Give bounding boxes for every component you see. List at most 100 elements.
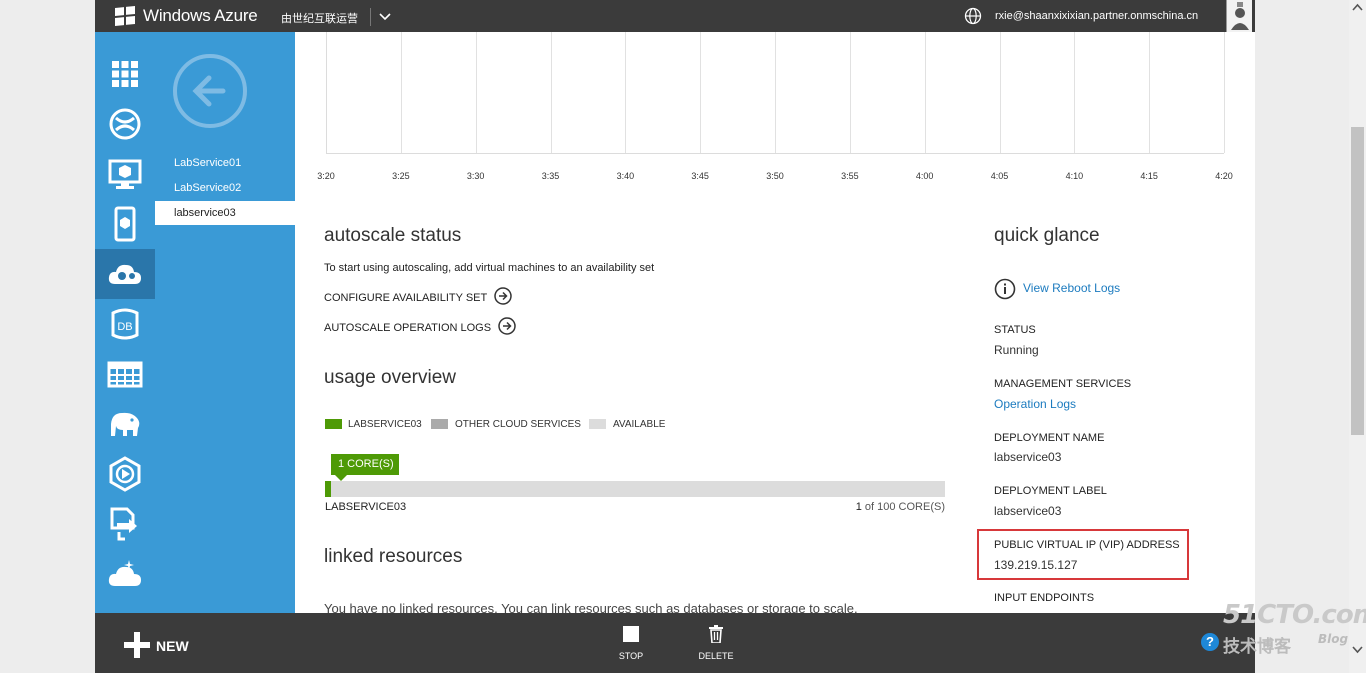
chart-x-tick: 3:35 [541, 171, 560, 181]
mobile-services-icon[interactable] [95, 199, 155, 249]
autoscale-title: autoscale status [324, 225, 462, 246]
chart-gridline [1074, 32, 1076, 153]
scroll-down-icon[interactable] [1352, 646, 1363, 654]
chart-x-tick: 3:45 [691, 171, 709, 181]
media-services-icon[interactable] [95, 449, 155, 499]
chart-gridline [550, 32, 552, 153]
input-endpoints-label: INPUT ENDPOINTS [994, 592, 1095, 604]
chart-x-tick: 3:20 [317, 171, 335, 181]
stop-label: STOP [618, 651, 644, 661]
status-label: STATUS [994, 324, 1036, 336]
chart-gridline [1149, 32, 1151, 153]
db-label: DB [117, 321, 132, 333]
core-usage-fill [325, 481, 332, 497]
legend-swatch-available [589, 419, 606, 429]
usage-service-label: LABSERVICE03 [325, 501, 407, 513]
left-nav: DB [95, 32, 155, 613]
help-button[interactable]: ? [1201, 633, 1219, 651]
user-avatar-icon [1231, 2, 1249, 30]
chart-gridline [775, 32, 776, 153]
service-item-labservice02[interactable]: LabService02 [155, 176, 295, 200]
chevron-down-icon[interactable] [377, 8, 393, 24]
core-usage-bar [325, 481, 945, 497]
deployment-label-value: labservice03 [994, 504, 1062, 518]
chart-gridline [700, 32, 702, 153]
back-button[interactable] [173, 54, 247, 128]
all-items-icon[interactable] [95, 49, 155, 99]
configure-availability-set-link[interactable]: CONFIGURE AVAILABILITY SET [324, 292, 487, 304]
chart-x-tick: 4:15 [1140, 171, 1158, 181]
main-content: 3:20 3:25 3:30 3:35 3:40 3:45 3:50 3:55 4:00 4:05… [295, 32, 1255, 616]
autoscale-description: To start using autoscaling, add virtual … [324, 262, 655, 274]
scrollbar-thumb[interactable] [1351, 127, 1364, 435]
watermark-site: 51CTO.com [1223, 600, 1366, 630]
chart-x-tick: 4:10 [1065, 171, 1084, 181]
chart-x-tick: 4:20 [1215, 171, 1233, 181]
service-item-labservice01[interactable]: LabService01 [155, 151, 295, 175]
management-services-label: MANAGEMENT SERVICES [994, 378, 1132, 390]
virtual-machines-icon[interactable] [95, 149, 155, 199]
chart-gridline [475, 32, 477, 153]
hdinsight-icon[interactable] [95, 399, 155, 449]
highlight-box [977, 529, 1189, 580]
usage-count-rest: of 100 CORE(S) [861, 501, 945, 513]
info-icon[interactable] [994, 278, 1016, 300]
globe-icon[interactable] [964, 7, 982, 25]
chart-x-tick: 3:40 [616, 171, 635, 181]
tenant-label: 由世纪互联运营 [281, 13, 358, 25]
chart-x-tick: 3:50 [766, 171, 784, 181]
chart-x-tick: 3:25 [392, 171, 410, 181]
linked-resources-title: linked resources [324, 546, 463, 567]
chart-gridline [849, 32, 851, 153]
deployment-label-label: DEPLOYMENT LABEL [994, 485, 1107, 497]
chart-gridline [625, 32, 627, 153]
chart-x-tick: 4:05 [990, 171, 1009, 181]
avatar[interactable] [1226, 0, 1252, 32]
plus-icon[interactable] [124, 632, 150, 658]
delete-button[interactable]: DELETE [686, 625, 746, 661]
stop-button[interactable]: STOP [601, 625, 661, 661]
scroll-up-icon[interactable] [1352, 3, 1363, 11]
divider [370, 8, 371, 26]
deployment-name-label: DEPLOYMENT NAME [994, 432, 1105, 444]
arrow-right-circle-icon[interactable] [498, 317, 516, 335]
new-button[interactable]: NEW [156, 638, 189, 654]
usage-overview-title: usage overview [324, 367, 457, 388]
watermark: 51CTO.com 技术博客 Blog [1223, 600, 1366, 657]
page-scrollbar[interactable] [1349, 0, 1366, 673]
top-bar: Windows Azure 由世纪互联运营 rxie@shaanxixixian… [95, 0, 1255, 32]
arrow-right-circle-icon[interactable] [494, 287, 512, 305]
legend-labservice03: LABSERVICE03 [348, 419, 422, 430]
service-bus-icon[interactable] [95, 499, 155, 549]
legend-other-cloud-services: OTHER CLOUD SERVICES [455, 419, 581, 430]
metrics-chart [326, 32, 1225, 154]
status-value: Running [994, 343, 1039, 357]
delete-label: DELETE [698, 651, 734, 661]
legend-swatch-labservice03 [325, 419, 342, 429]
chart-x-tick: 3:55 [841, 171, 859, 181]
watermark-blog: Blog [1318, 632, 1349, 646]
view-reboot-logs-link[interactable]: View Reboot Logs [1023, 281, 1120, 295]
cloud-more-icon[interactable] [95, 549, 155, 599]
sql-databases-icon[interactable]: DB [95, 299, 155, 349]
legend-swatch-other [431, 419, 448, 429]
service-list-panel: LabService01 LabService02 labservice03 [155, 32, 295, 613]
core-count-badge: 1 CORE(S) [331, 454, 399, 481]
autoscale-operation-logs-link[interactable]: AUTOSCALE OPERATION LOGS [324, 322, 491, 334]
service-item-labservice03[interactable]: labservice03 [155, 201, 295, 225]
chart-x-tick: 4:00 [915, 171, 934, 181]
chart-gridline [400, 32, 402, 153]
websites-icon[interactable] [95, 99, 155, 149]
user-email[interactable]: rxie@shaanxixixian.partner.onmschina.cn [995, 10, 1198, 22]
chart-x-tick: 3:30 [466, 171, 485, 181]
operation-logs-link[interactable]: Operation Logs [994, 397, 1076, 411]
cloud-services-icon[interactable] [95, 249, 155, 299]
legend-available: AVAILABLE [613, 419, 666, 430]
arrow-left-icon [192, 75, 226, 107]
storage-icon[interactable] [95, 349, 155, 399]
chart-gridline [924, 32, 926, 153]
portal-window: Windows Azure 由世纪互联运营 rxie@shaanxixixian… [95, 0, 1255, 673]
watermark-tag: 技术博客 [1223, 637, 1291, 657]
brand[interactable]: Windows Azure [115, 5, 258, 27]
command-bar: NEW STOP DELETE ? [95, 613, 1255, 673]
